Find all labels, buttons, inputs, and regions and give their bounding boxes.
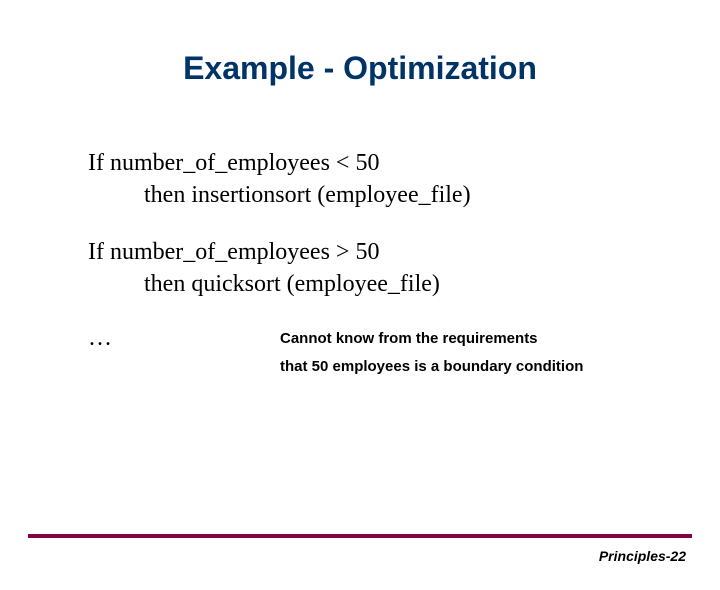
code-line-indent: then insertionsort (employee_file) xyxy=(88,179,660,211)
ellipsis-row: … Cannot know from the requirements that… xyxy=(88,325,660,382)
note-line: Cannot know from the requirements xyxy=(280,325,583,354)
slide-body: If number_of_employees < 50 then inserti… xyxy=(0,147,720,382)
slide: Example - Optimization If number_of_empl… xyxy=(0,50,720,590)
code-block-1: If number_of_employees < 50 then inserti… xyxy=(88,147,660,212)
code-line-indent: then quicksort (employee_file) xyxy=(88,268,660,300)
note-text: Cannot know from the requirements that 5… xyxy=(280,325,583,382)
code-line: If number_of_employees > 50 xyxy=(88,236,660,268)
note-line: that 50 employees is a boundary conditio… xyxy=(280,353,583,382)
footer-label: Principles-22 xyxy=(599,548,686,564)
footer-divider xyxy=(28,534,692,538)
code-line: If number_of_employees < 50 xyxy=(88,147,660,179)
ellipsis: … xyxy=(88,325,280,352)
slide-title: Example - Optimization xyxy=(0,50,720,87)
code-block-2: If number_of_employees > 50 then quickso… xyxy=(88,236,660,301)
